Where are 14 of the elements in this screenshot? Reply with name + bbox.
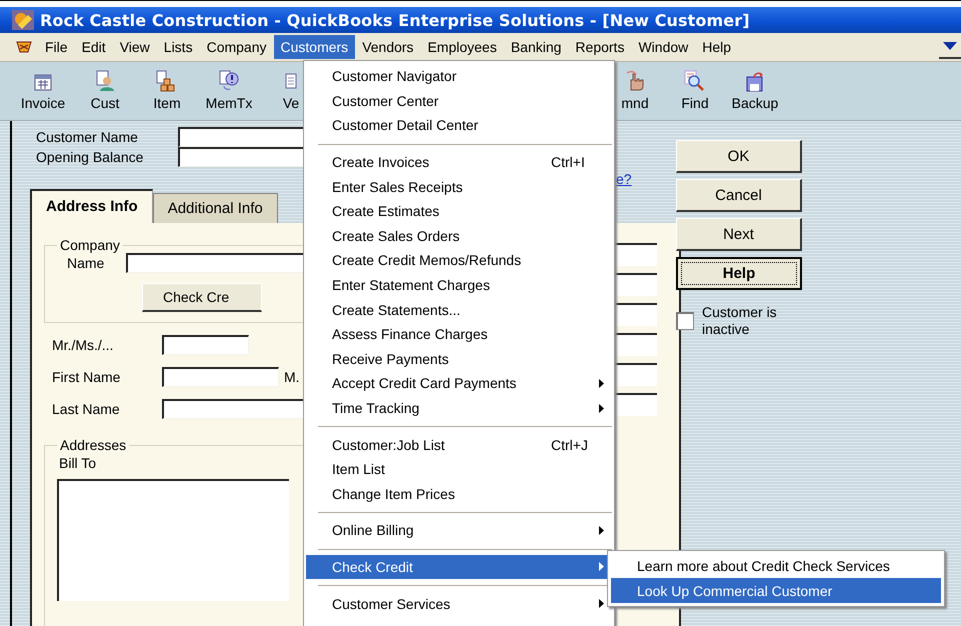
field-label: Last Name <box>52 401 121 417</box>
shortcut-text: Ctrl+I <box>551 154 585 170</box>
group-title: Addresses <box>59 437 128 453</box>
window-title: Rock Castle Construction - QuickBooks Enterprise Solutions - [New Customer] <box>40 10 750 30</box>
field-label: Bill To <box>58 455 96 471</box>
field-label: Mr./Ms./... <box>52 337 114 353</box>
field-label: M. <box>284 369 300 385</box>
group-title: Company <box>59 237 121 253</box>
checkbox-label: Customer is inactive <box>702 304 778 338</box>
field-label: First Name <box>52 369 122 385</box>
shortcut-text: Ctrl+J <box>551 436 588 453</box>
field-label: Name <box>67 255 104 271</box>
field-label: Opening Balance <box>36 149 144 165</box>
field-label: Customer Name <box>36 129 139 145</box>
